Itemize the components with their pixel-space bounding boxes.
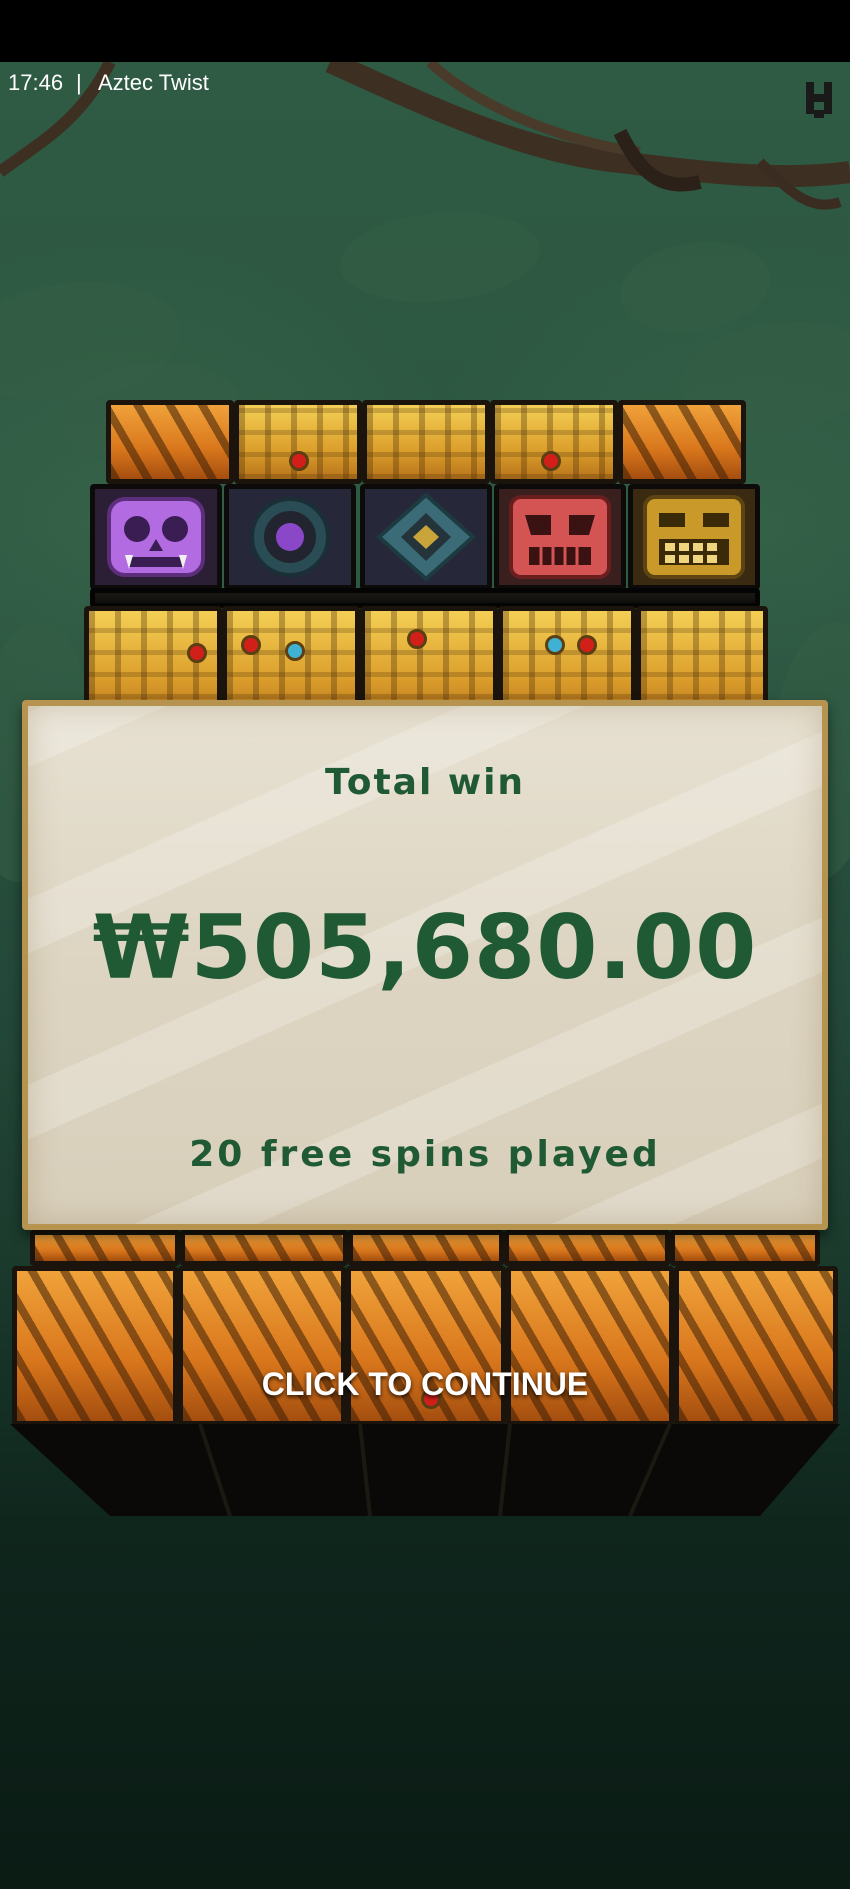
- symbol-red-mask: [494, 484, 626, 590]
- symbol-gold-diamond: [360, 484, 492, 590]
- gem-icon: [577, 635, 597, 655]
- symbol-purple-skull: [90, 484, 222, 590]
- gem-icon: [187, 643, 207, 663]
- cube-tile: [362, 400, 490, 484]
- gem-icon: [289, 451, 309, 471]
- cube-tile: [180, 1230, 348, 1266]
- cube-tile: [30, 1230, 180, 1266]
- cube-tile: [504, 1230, 670, 1266]
- purple-skull-icon: [107, 497, 205, 577]
- win-amount: ₩505,680.00: [92, 896, 758, 999]
- symbol-purple-ring: [224, 484, 356, 590]
- panel-title: Total win: [324, 762, 526, 803]
- free-spins-summary: 20 free spins played: [189, 1134, 661, 1175]
- cube-bottom-shadow: [10, 1423, 840, 1517]
- gem-icon: [241, 635, 261, 655]
- symbol-gold-mask: [628, 484, 760, 590]
- cube-tile: [670, 1230, 820, 1266]
- gem-icon: [541, 451, 561, 471]
- cube-tile: [348, 1230, 504, 1266]
- continue-button[interactable]: CLICK TO CONTINUE: [0, 1366, 850, 1403]
- gem-icon: [407, 629, 427, 649]
- gem-icon: [285, 641, 305, 661]
- cube-edge: [90, 588, 760, 608]
- cube-tile: [618, 400, 746, 484]
- game-screen: 17:46 | Aztec Twist Total win ₩505,680.0…: [0, 0, 850, 1889]
- total-win-panel: Total win ₩505,680.00 20 free spins play…: [22, 700, 828, 1230]
- cube-tile: [234, 400, 362, 484]
- gold-diamond-icon: [375, 492, 477, 582]
- red-mask-icon: [509, 495, 611, 579]
- cube-tile: [490, 400, 618, 484]
- gem-icon: [545, 635, 565, 655]
- cube-tile: [106, 400, 234, 484]
- purple-ring-icon: [250, 497, 330, 577]
- gold-mask-icon: [643, 495, 745, 579]
